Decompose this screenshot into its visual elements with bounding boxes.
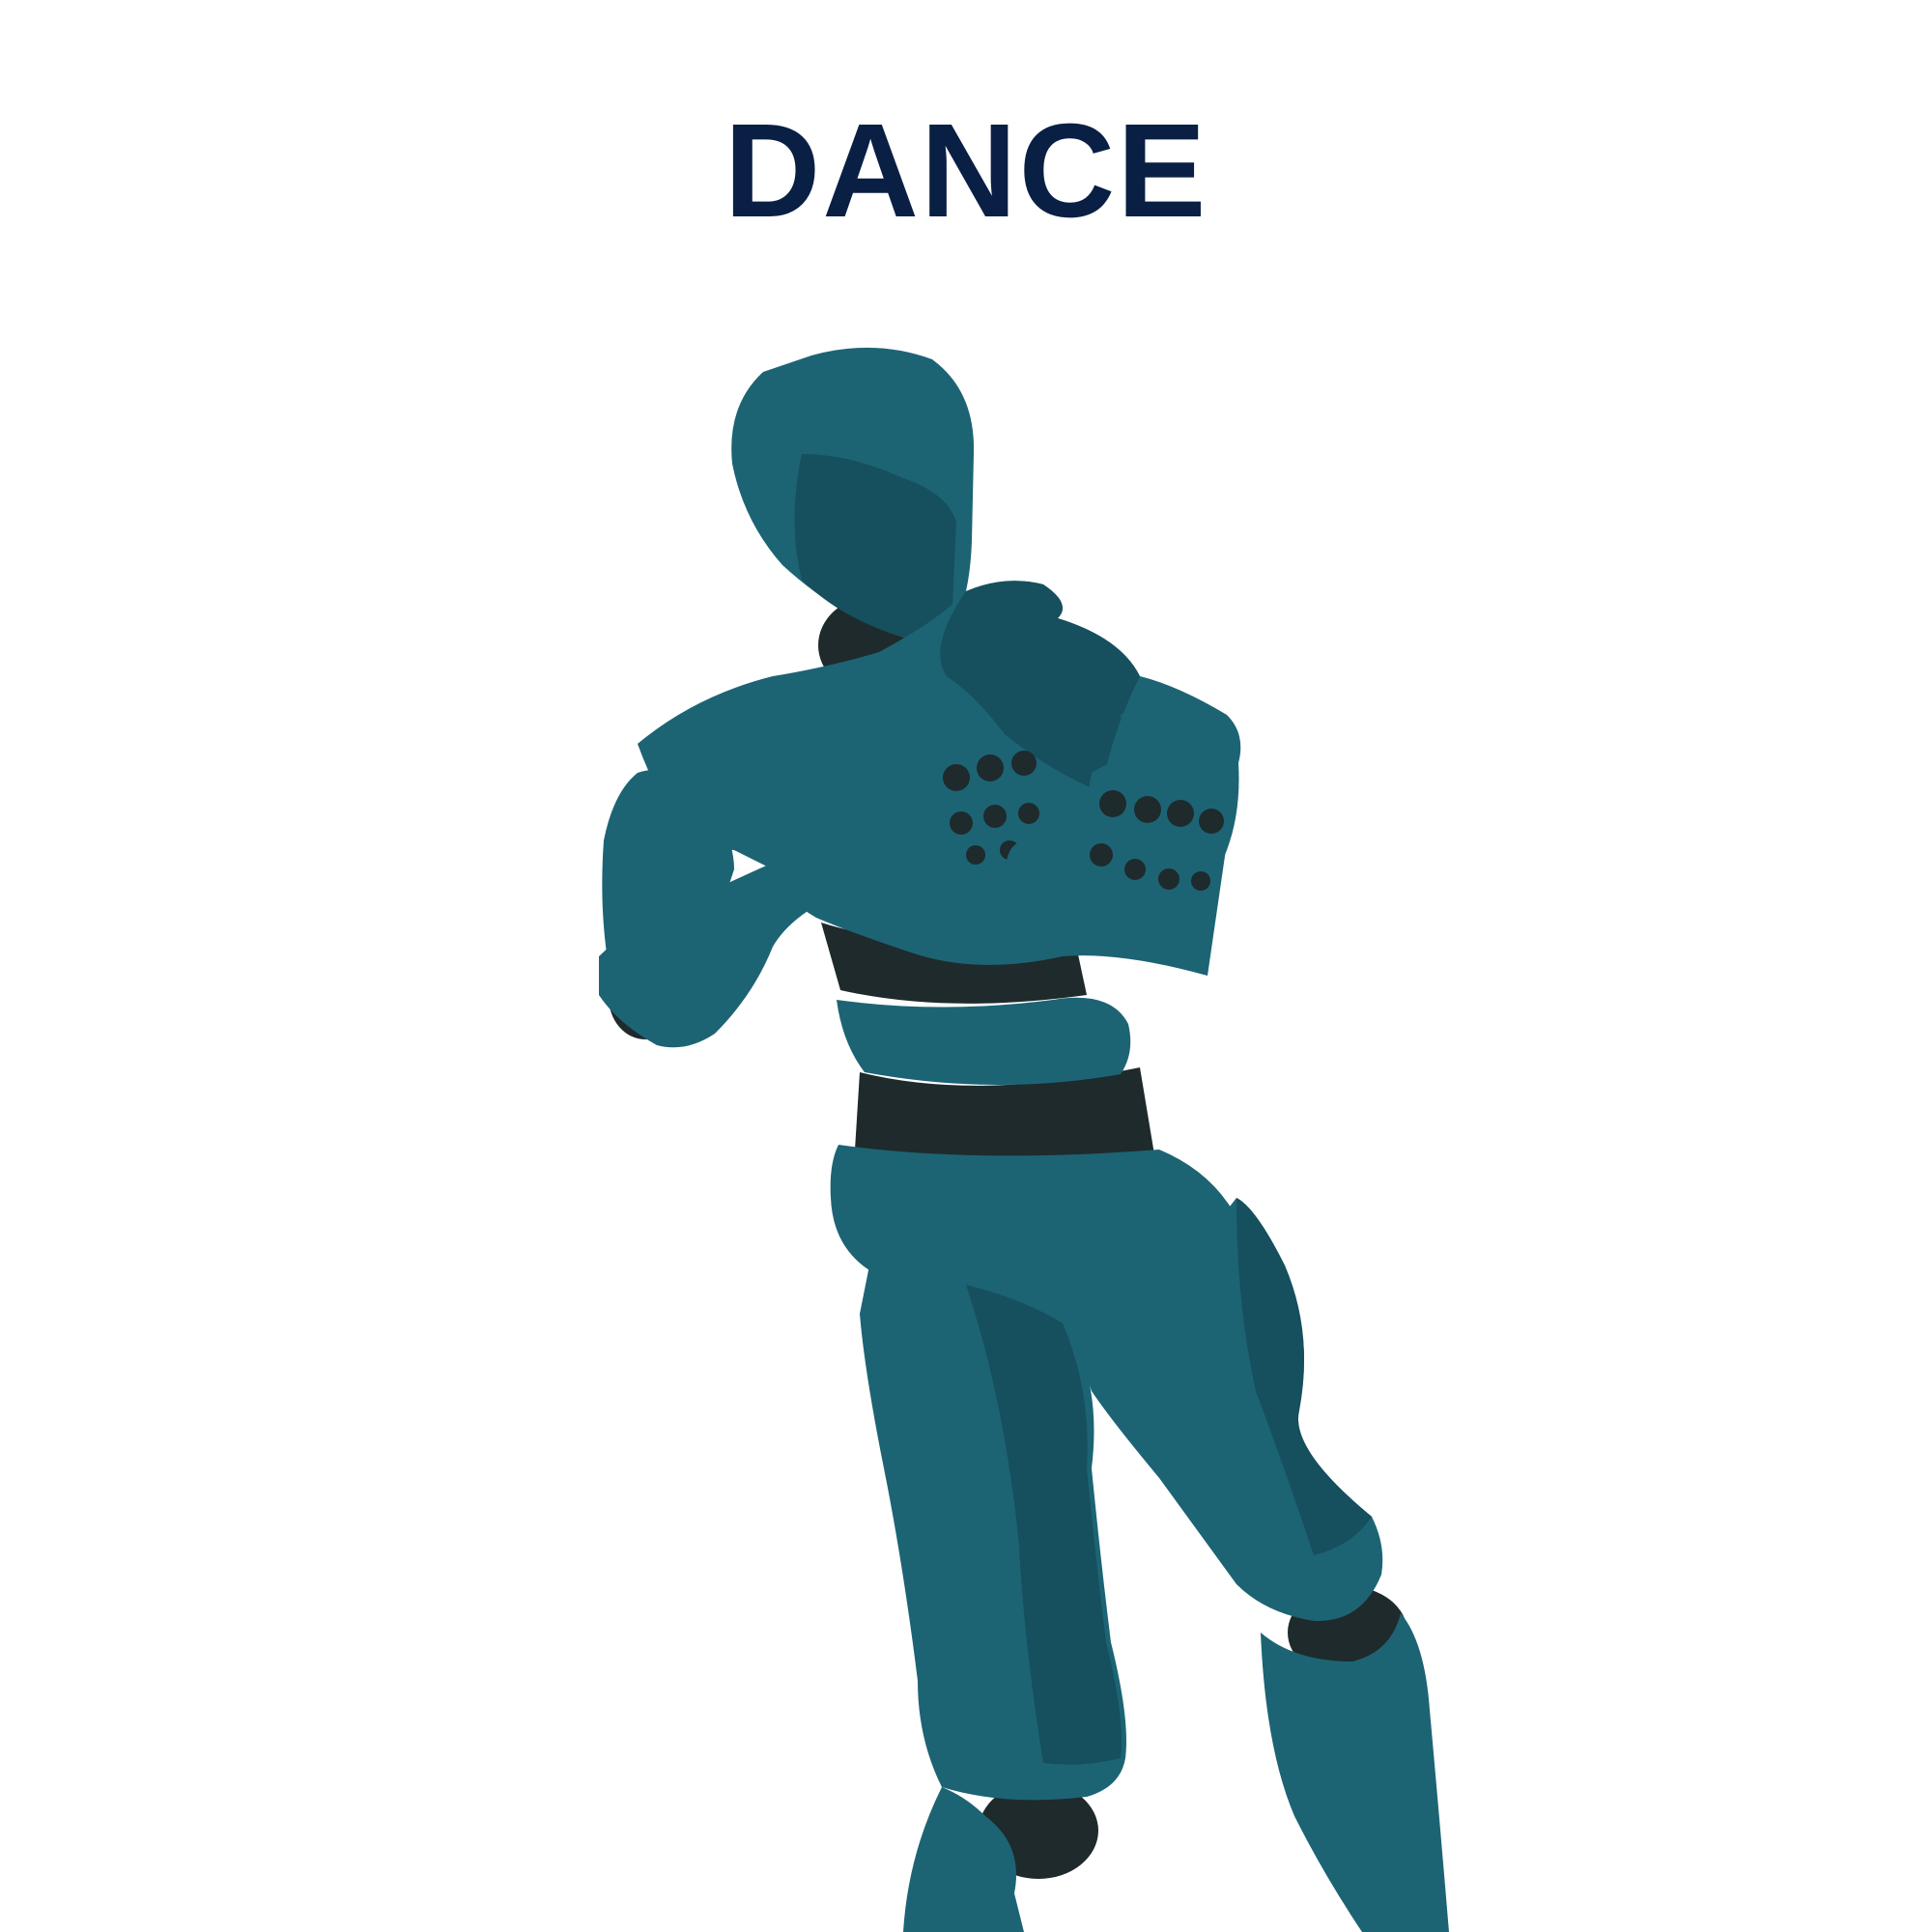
- abdomen: [837, 997, 1131, 1086]
- right-thumb: [1007, 841, 1041, 888]
- mannequin-figure: [599, 347, 1449, 1932]
- left-shin: [1261, 1613, 1449, 1932]
- scene: DANCE: [0, 0, 1932, 1932]
